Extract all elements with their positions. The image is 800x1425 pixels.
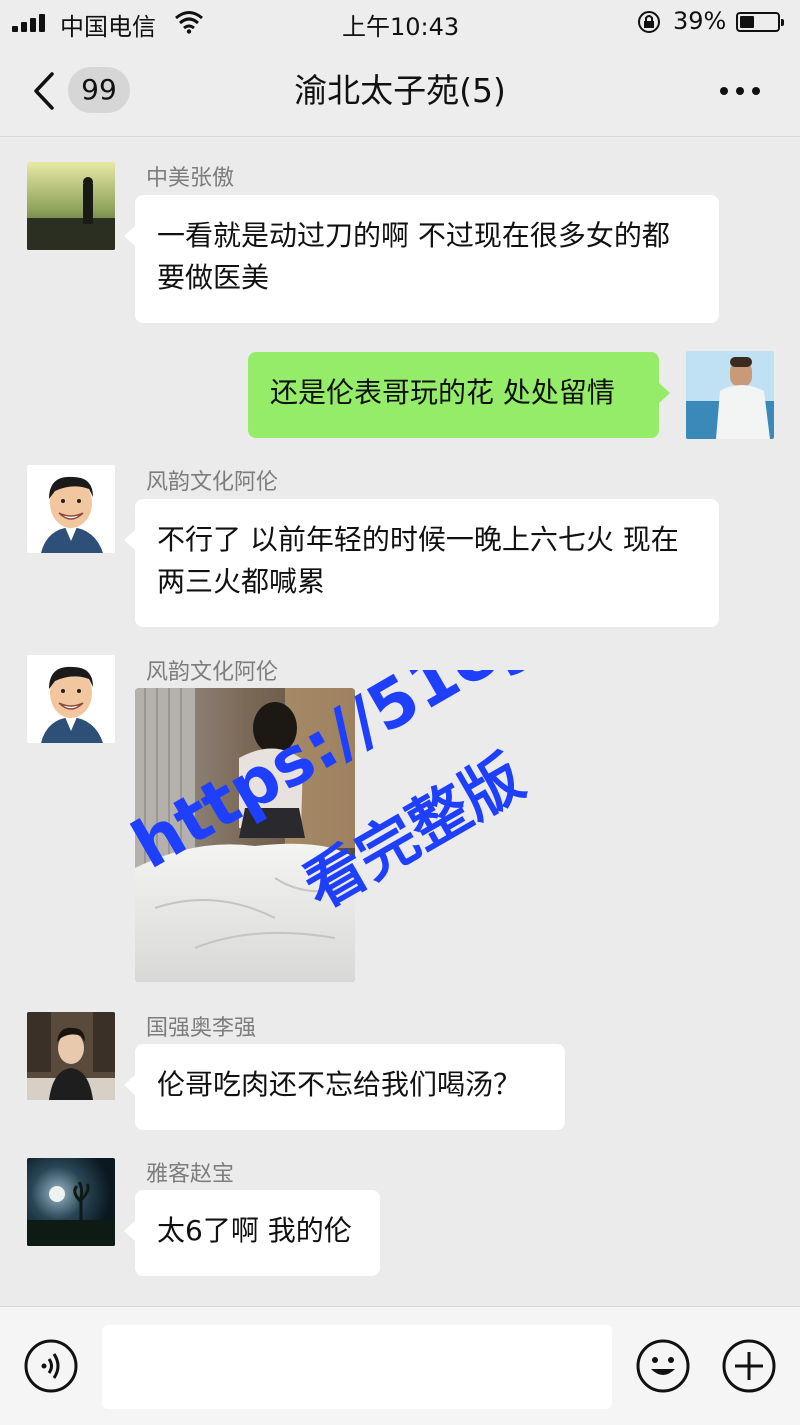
- sender-name: 中美张傲: [146, 166, 235, 191]
- battery-percent: 39%: [673, 7, 727, 35]
- sender-name: 雅客赵宝: [146, 1162, 235, 1187]
- message-input[interactable]: [102, 1325, 612, 1409]
- emoji-icon[interactable]: [636, 1339, 690, 1393]
- carrier-label: 中国电信: [60, 13, 156, 41]
- wifi-icon: [175, 11, 203, 34]
- sender-name: 风韵文化阿伦: [146, 660, 279, 685]
- lock-icon: [638, 11, 660, 33]
- self-avatar[interactable]: [686, 351, 774, 439]
- clock: 上午10:43: [342, 13, 460, 41]
- avatar[interactable]: [27, 465, 115, 553]
- signal-icon: [12, 14, 50, 32]
- input-bar: [0, 1306, 800, 1425]
- message-bubble[interactable]: 不行了 以前年轻的时候一晚上六七火 现在两三火都喊累: [124, 499, 719, 627]
- message-bubble[interactable]: 伦哥吃肉还不忘给我们喝汤？: [124, 1044, 565, 1130]
- status-bar: 中国电信 上午10:43 39%: [0, 0, 800, 44]
- avatar[interactable]: [27, 1158, 115, 1246]
- avatar[interactable]: [27, 655, 115, 743]
- sender-name: 风韵文化阿伦: [146, 470, 279, 495]
- voice-icon[interactable]: [24, 1339, 78, 1393]
- chat-header: 99 渝北太子苑(5): [0, 44, 800, 137]
- battery-icon: [736, 12, 784, 32]
- message-image[interactable]: [135, 688, 355, 982]
- plus-icon[interactable]: [722, 1339, 776, 1393]
- more-icon[interactable]: [718, 82, 762, 98]
- message-bubble[interactable]: 太6了啊 我的伦: [124, 1190, 380, 1276]
- avatar[interactable]: [27, 162, 115, 250]
- message-bubble-self[interactable]: 还是伦表哥玩的花 处处留情: [248, 352, 670, 438]
- chat-title: 渝北太子苑(5): [294, 71, 506, 110]
- message-bubble[interactable]: 一看就是动过刀的啊 不过现在很多女的都要做医美: [124, 195, 719, 323]
- avatar[interactable]: [27, 1012, 115, 1100]
- sender-name: 国强奥李强: [146, 1016, 257, 1041]
